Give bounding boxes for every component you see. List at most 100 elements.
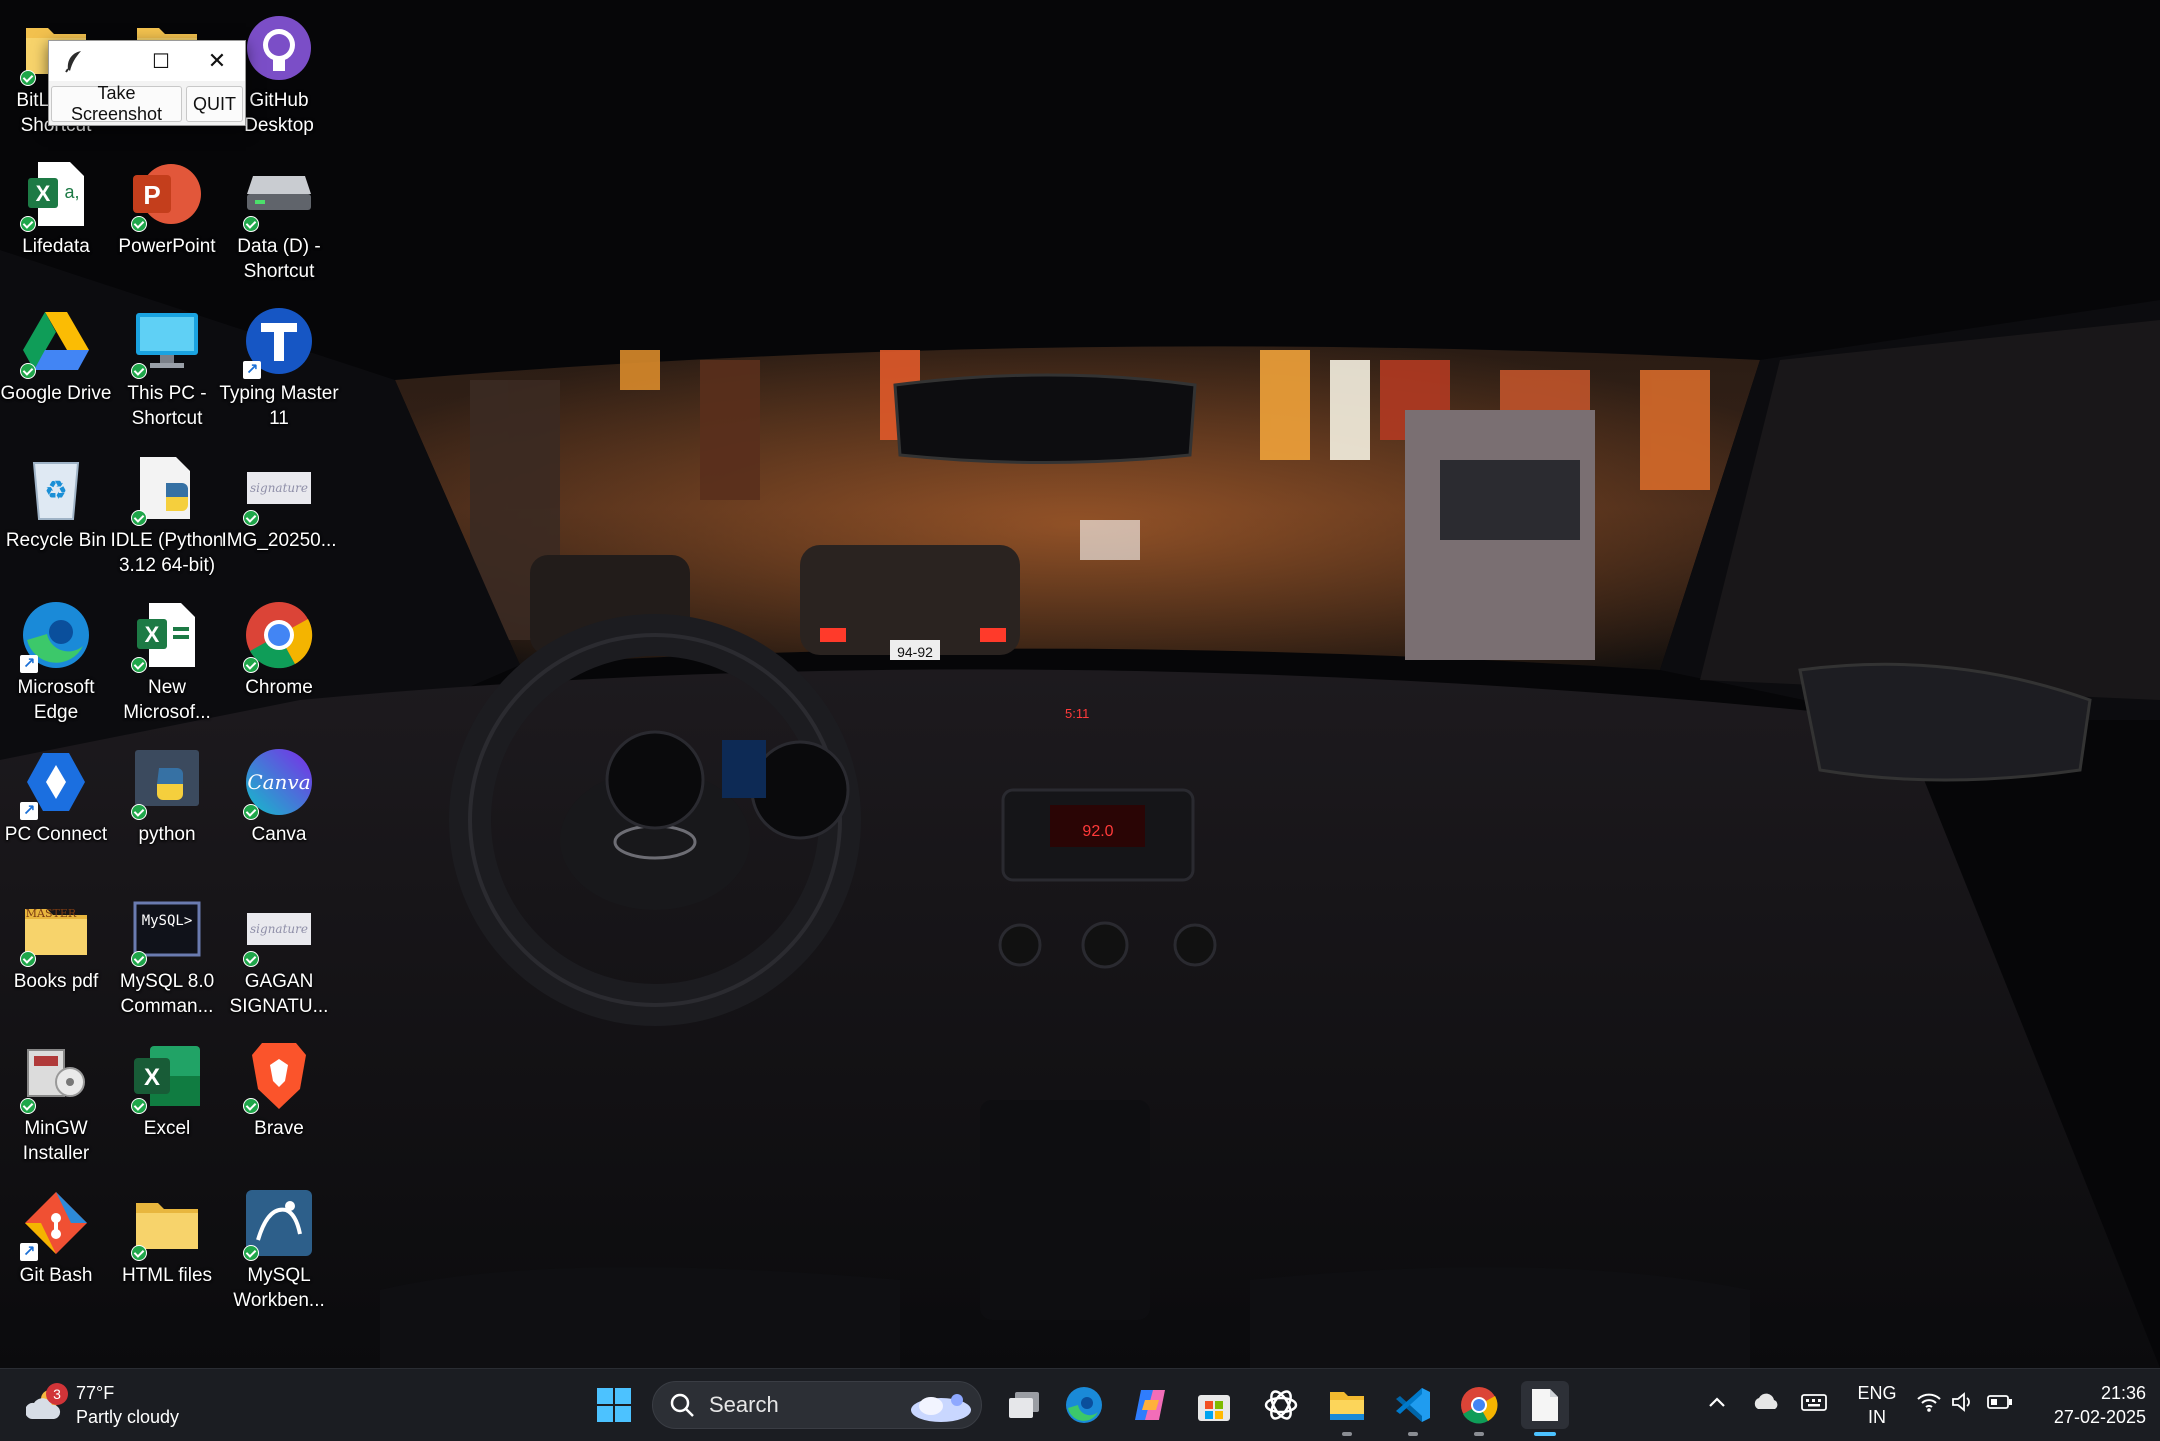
desktop-icon-pc-connect[interactable]: ↗ PC Connect (0, 744, 112, 847)
taskbar-vscode-button[interactable] (1389, 1381, 1437, 1436)
desktop-icon-idle-python[interactable]: IDLE (Python 3.12 64-bit) (111, 450, 224, 578)
svg-text:X: X (36, 181, 51, 206)
sync-status-icon (131, 363, 147, 379)
volume-icon[interactable] (1950, 1391, 1976, 1418)
desktop-icon-mingw-installer[interactable]: MinGW Installer (0, 1038, 112, 1166)
sync-status-icon (20, 70, 36, 86)
desktop-icon-chrome[interactable]: Chrome (223, 597, 335, 700)
desktop-icon-recycle-bin[interactable]: ♻ Recycle Bin (0, 450, 112, 553)
svg-text:signature: signature (250, 481, 308, 495)
github-icon (241, 10, 317, 86)
tool-button-row: Take Screenshot QUIT (49, 81, 245, 127)
store-icon (1198, 1395, 1230, 1421)
desktop-icon-label: IDLE (Python 3.12 64-bit) (110, 530, 224, 576)
svg-text:signature: signature (250, 922, 308, 936)
show-hidden-icons-chevron-up-icon[interactable] (1706, 1391, 1728, 1418)
window-titlebar[interactable]: ☐ ✕ (49, 41, 245, 81)
desktop-icon-typing-master[interactable]: ↗ Typing Master 11 (219, 303, 339, 431)
git-bash-icon: ↗ (18, 1185, 94, 1261)
notepad-icon (1532, 1389, 1558, 1421)
taskbar-chatgpt-button[interactable] (1257, 1381, 1305, 1429)
taskbar-notepad-button[interactable] (1521, 1381, 1569, 1436)
desktop-icon-label: PowerPoint (118, 236, 216, 257)
desktop-icon-lifedata[interactable]: Xa, Lifedata (0, 156, 112, 259)
taskbar-chrome-button[interactable] (1455, 1381, 1503, 1436)
start-button[interactable] (590, 1381, 638, 1429)
desktop-icon-label: MinGW Installer (22, 1118, 90, 1164)
excel-icon: X (129, 1038, 205, 1114)
shortcut-arrow-icon: ↗ (20, 655, 38, 673)
taskbar-edge-button[interactable] (1060, 1381, 1108, 1429)
sync-status-icon (20, 951, 36, 967)
desktop-icon-label: Recycle Bin (5, 530, 107, 551)
running-indicator (1474, 1432, 1484, 1436)
desktop-icon-mysql-command[interactable]: MySQL> MySQL 8.0 Comman... (111, 891, 223, 1019)
desktop-icon-data-d-shortcut[interactable]: Data (D) - Shortcut (223, 156, 335, 284)
sync-status-icon (131, 951, 147, 967)
desktop-icon-gagan-signature[interactable]: signature GAGAN SIGNATU... (223, 891, 335, 1019)
battery-icon[interactable] (1986, 1391, 2014, 1418)
shortcut-arrow-icon: ↗ (20, 802, 38, 820)
desktop-icon-label: New Microsof... (123, 677, 211, 723)
svg-text:92.0: 92.0 (1082, 823, 1113, 840)
desktop-icon-git-bash[interactable]: ↗ Git Bash (0, 1185, 112, 1288)
taskbar-copilot-button[interactable] (1126, 1381, 1174, 1429)
maximize-button[interactable]: ☐ (133, 41, 189, 81)
taskbar: 3 77°F Partly cloudy Search ENG IN 21:36… (0, 1368, 2160, 1441)
desktop-icon-label: Microsoft Edge (17, 677, 95, 723)
svg-text:a,: a, (64, 182, 79, 202)
desktop-icon-mysql-workbench[interactable]: MySQL Workben... (223, 1185, 335, 1313)
desktop-icon-canva[interactable]: Canva Canva (223, 744, 335, 847)
running-indicator (1342, 1432, 1352, 1436)
copilot-icon (1135, 1390, 1165, 1420)
svg-text:X: X (144, 1064, 160, 1091)
desktop-icon-brave[interactable]: Brave (223, 1038, 335, 1141)
desktop-icon-python[interactable]: python (111, 744, 223, 847)
svg-text:Canva: Canva (247, 770, 310, 794)
svg-text:94-92: 94-92 (897, 644, 933, 660)
desktop-icon-img-file[interactable]: signature IMG_20250... (221, 450, 337, 553)
taskbar-search-box[interactable]: Search (652, 1381, 982, 1429)
google-drive-icon (18, 303, 94, 379)
desktop-icon-label: MySQL Workben... (233, 1265, 325, 1311)
desktop-icon-label: Google Drive (0, 383, 112, 404)
language-indicator[interactable]: ENG IN (1852, 1381, 1902, 1429)
desktop-icon-label: HTML files (121, 1265, 213, 1286)
desktop-icon-google-drive[interactable]: Google Drive (0, 303, 112, 406)
image-file-icon: signature (241, 891, 317, 967)
desktop-icon-powerpoint[interactable]: P PowerPoint (111, 156, 223, 259)
sync-status-icon (131, 1098, 147, 1114)
close-button[interactable]: ✕ (189, 41, 245, 81)
desktop-icon-microsoft-edge[interactable]: ↗ Microsoft Edge (0, 597, 112, 725)
desktop-icon-html-files[interactable]: HTML files (111, 1185, 223, 1288)
desktop-icon-label: MySQL 8.0 Comman... (119, 971, 215, 1017)
sync-status-icon (243, 657, 259, 673)
canva-icon: Canva (241, 744, 317, 820)
take-screenshot-button[interactable]: Take Screenshot (51, 83, 182, 124)
taskbar-store-button[interactable] (1190, 1381, 1238, 1429)
keyboard-icon[interactable] (1800, 1391, 1828, 1418)
taskbar-file-explorer-button[interactable] (1323, 1381, 1371, 1436)
onedrive-cloud-icon[interactable] (1752, 1391, 1780, 1418)
desktop-icon-books-pdf[interactable]: MASTER Books pdf (0, 891, 112, 994)
quit-button[interactable]: QUIT (186, 86, 243, 122)
desktop-icon-new-excel[interactable]: X New Microsof... (111, 597, 223, 725)
desktop-icon-label: Brave (254, 1118, 304, 1139)
svg-text:MySQL>: MySQL> (142, 913, 193, 929)
search-icon (670, 1393, 694, 1417)
task-view-button[interactable] (1000, 1381, 1048, 1429)
installer-icon (18, 1038, 94, 1114)
clock[interactable]: 21:36 27-02-2025 (2028, 1381, 2146, 1429)
region-code: IN (1868, 1407, 1886, 1427)
desktop-icon-label: python (138, 824, 196, 845)
desktop-icon-excel[interactable]: X Excel (111, 1038, 223, 1141)
sync-status-icon (243, 1245, 259, 1261)
wifi-icon[interactable] (1916, 1391, 1942, 1418)
weather-widget[interactable]: 3 77°F Partly cloudy (22, 1379, 222, 1431)
search-highlight-icon (911, 1394, 971, 1422)
desktop-icon-this-pc[interactable]: This PC - Shortcut (111, 303, 223, 431)
desktop-icon-label: Lifedata (22, 236, 90, 257)
vscode-icon (1396, 1388, 1430, 1422)
svg-text:X: X (145, 622, 160, 647)
desktop-icon-label: Canva (251, 824, 307, 845)
